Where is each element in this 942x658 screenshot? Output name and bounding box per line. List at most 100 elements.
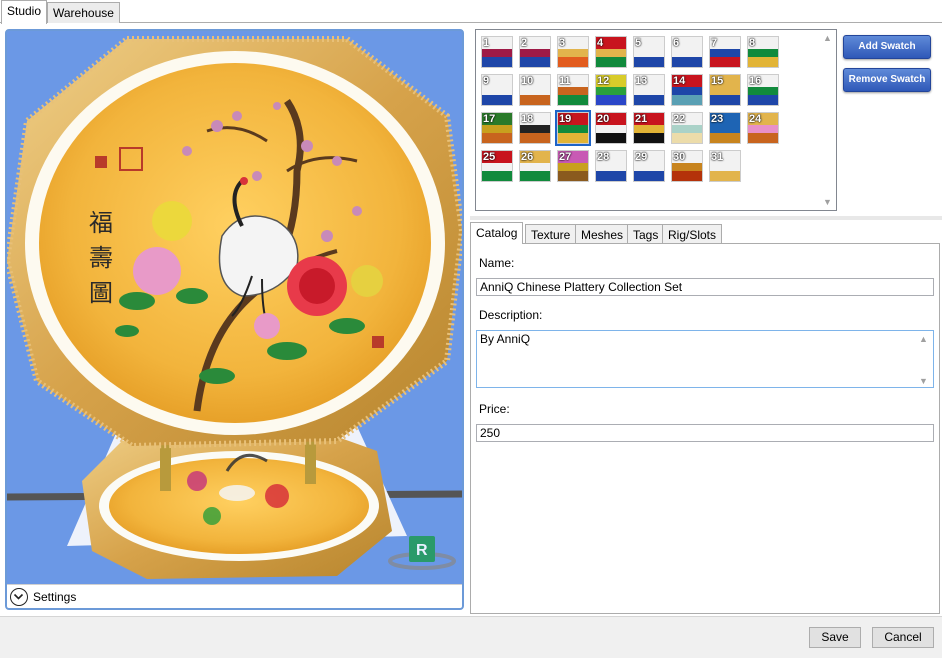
swatch-number: 2 — [521, 37, 528, 49]
swatch-item[interactable]: 10 — [519, 74, 551, 106]
swatch-color-band — [596, 125, 626, 133]
swatch-item[interactable]: 26 — [519, 150, 551, 182]
swatch-number: 28 — [597, 151, 610, 163]
swatch-item[interactable]: 17 — [481, 112, 513, 144]
swatch-item[interactable]: 5 — [633, 36, 665, 68]
scroll-down-icon[interactable]: ▼ — [823, 197, 832, 207]
tab-warehouse[interactable]: Warehouse — [47, 2, 120, 23]
swatch-color-band — [596, 133, 626, 143]
plate-calligraphy-2: 壽 — [89, 244, 113, 272]
plate-calligraphy-1: 福 — [89, 209, 113, 237]
price-field[interactable]: 250 — [476, 424, 934, 442]
add-swatch-button[interactable]: Add Swatch — [843, 35, 931, 59]
name-field[interactable]: AnniQ Chinese Plattery Collection Set — [476, 278, 934, 296]
tab-studio[interactable]: Studio — [1, 0, 48, 24]
swatch-number: 22 — [673, 113, 686, 125]
swatch-item[interactable]: 21 — [633, 112, 665, 144]
swatch-number: 7 — [711, 37, 718, 49]
swatch-color-band — [672, 57, 702, 67]
studio-content: 福 壽 圖 R Settings 1 2 3 4 5 6 7 8 9 10 11 12 13 14 15 16… — [0, 23, 942, 616]
swatch-scrollbar[interactable]: ▲ ▼ — [819, 30, 836, 210]
scroll-up-icon[interactable]: ▲ — [823, 33, 832, 43]
swatch-item[interactable]: 24 — [747, 112, 779, 144]
swatch-color-band — [558, 95, 588, 105]
swatch-color-band — [520, 163, 550, 171]
swatch-number: 30 — [673, 151, 686, 163]
panel-splitter[interactable] — [470, 216, 942, 220]
cancel-button[interactable]: Cancel — [872, 627, 934, 648]
swatch-item[interactable]: 11 — [557, 74, 589, 106]
dialog-button-bar: Save Cancel — [0, 616, 942, 658]
scroll-up-icon[interactable]: ▲ — [919, 334, 928, 344]
swatch-item[interactable]: 23 — [709, 112, 741, 144]
scroll-down-icon[interactable]: ▼ — [919, 376, 928, 386]
swatch-item[interactable]: 13 — [633, 74, 665, 106]
swatch-number: 14 — [673, 75, 686, 87]
expand-settings-button[interactable] — [10, 588, 28, 606]
swatch-color-band — [672, 163, 702, 171]
swatch-color-band — [634, 95, 664, 105]
swatch-item[interactable]: 25 — [481, 150, 513, 182]
swatch-list[interactable]: 1 2 3 4 5 6 7 8 9 10 11 12 13 14 15 16 17 18 19 20 21 22 23 24 2… — [475, 29, 837, 211]
swatch-color-band — [634, 125, 664, 133]
swatch-item[interactable]: 1 — [481, 36, 513, 68]
swatch-color-band — [634, 87, 664, 95]
swatch-color-band — [748, 87, 778, 95]
swatch-number: 29 — [635, 151, 648, 163]
3d-viewport[interactable]: 福 壽 圖 R Settings — [5, 29, 464, 610]
swatch-color-band — [748, 49, 778, 57]
save-button[interactable]: Save — [809, 627, 861, 648]
swatch-item[interactable]: 31 — [709, 150, 741, 182]
swatch-item[interactable]: 18 — [519, 112, 551, 144]
description-scrollbar[interactable]: ▲ ▼ — [916, 332, 932, 388]
name-label: Name: — [479, 256, 515, 270]
swatch-item[interactable]: 29 — [633, 150, 665, 182]
swatch-item[interactable]: 8 — [747, 36, 779, 68]
swatch-item[interactable]: 19 — [555, 110, 591, 146]
nav-cube-label: R — [416, 542, 428, 559]
remove-swatch-button[interactable]: Remove Swatch — [843, 68, 931, 92]
swatch-number: 4 — [597, 37, 604, 49]
swatch-item[interactable]: 15 — [709, 74, 741, 106]
plate-render[interactable]: 福 壽 圖 R — [7, 31, 462, 586]
swatch-item[interactable]: 7 — [709, 36, 741, 68]
swatch-item[interactable]: 6 — [671, 36, 703, 68]
swatch-color-band — [596, 171, 626, 181]
swatch-color-band — [748, 125, 778, 133]
tab-meshes[interactable]: Meshes — [575, 224, 630, 244]
swatch-item[interactable]: 2 — [519, 36, 551, 68]
swatch-color-band — [672, 125, 702, 133]
swatch-color-band — [672, 87, 702, 95]
swatch-color-band — [520, 57, 550, 67]
tab-tags[interactable]: Tags — [627, 224, 665, 244]
swatch-item[interactable]: 30 — [671, 150, 703, 182]
swatch-item[interactable]: 20 — [595, 112, 627, 144]
swatch-item[interactable]: 16 — [747, 74, 779, 106]
description-field[interactable]: By AnniQ ▲ ▼ — [476, 330, 934, 388]
swatch-item[interactable]: 3 — [557, 36, 589, 68]
swatch-color-band — [710, 133, 740, 143]
swatch-item[interactable]: 22 — [671, 112, 703, 144]
tab-texture[interactable]: Texture — [525, 224, 577, 244]
swatch-number: 16 — [749, 75, 762, 87]
swatch-color-band — [634, 49, 664, 57]
swatch-number: 1 — [483, 37, 490, 49]
swatch-item[interactable]: 27 — [557, 150, 589, 182]
swatch-color-band — [748, 57, 778, 67]
swatch-item[interactable]: 14 — [671, 74, 703, 106]
swatch-item[interactable]: 9 — [481, 74, 513, 106]
swatch-item[interactable]: 4 — [595, 36, 627, 68]
swatch-number: 3 — [559, 37, 566, 49]
swatch-number: 6 — [673, 37, 680, 49]
swatch-color-band — [482, 57, 512, 67]
swatch-number: 21 — [635, 113, 648, 125]
swatch-color-band — [558, 57, 588, 67]
swatch-color-band — [634, 163, 664, 171]
swatch-item[interactable]: 28 — [595, 150, 627, 182]
tab-rig-slots[interactable]: Rig/Slots — [662, 224, 723, 244]
tab-catalog[interactable]: Catalog — [470, 222, 524, 244]
swatch-color-band — [672, 95, 702, 105]
description-label: Description: — [479, 308, 543, 322]
swatch-item[interactable]: 12 — [595, 74, 627, 106]
swatch-color-band — [558, 163, 588, 171]
